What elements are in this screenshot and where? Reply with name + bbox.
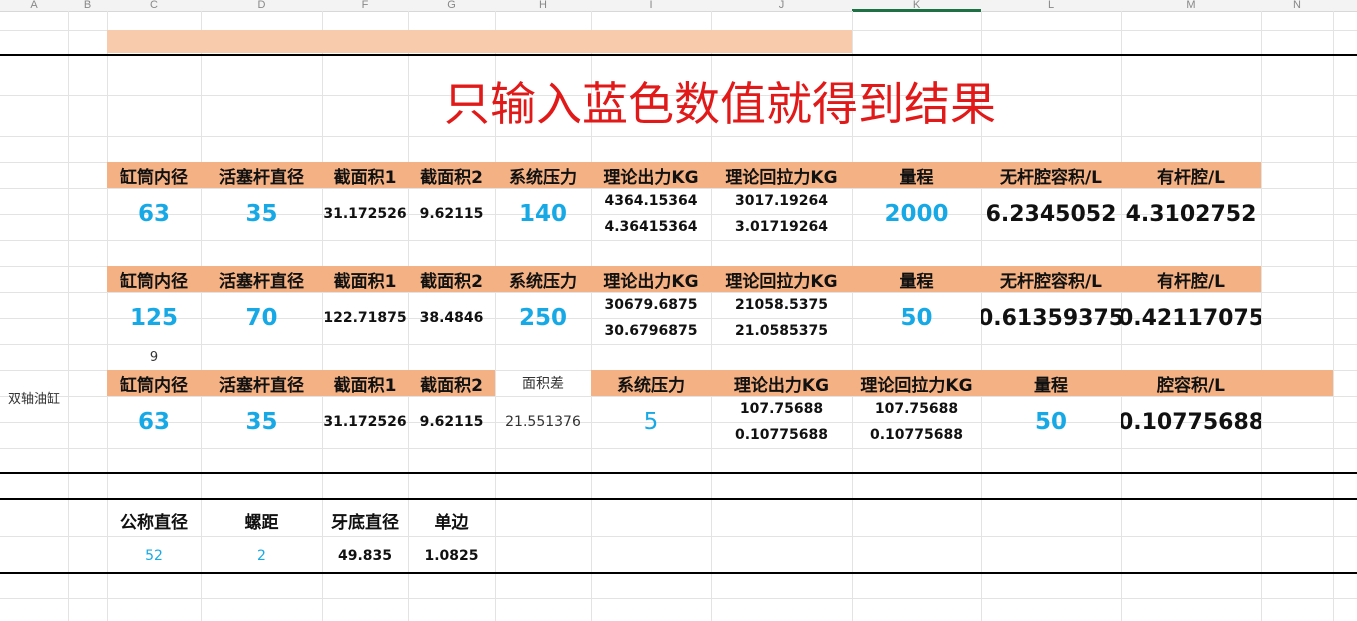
vol-rod-value[interactable]: 4.3102752 [1121, 188, 1261, 240]
header-area1[interactable]: 截面积1 [322, 266, 408, 292]
header-root[interactable]: 牙底直径 [322, 506, 408, 534]
page-title: 只输入蓝色数值就得到结果 [444, 77, 996, 131]
top-band [107, 30, 852, 53]
row-label[interactable]: 双轴油缸 [0, 384, 68, 410]
grid-vline [68, 11, 69, 621]
header-area1[interactable]: 截面积1 [322, 162, 408, 188]
bore-input[interactable]: 63 [107, 188, 201, 240]
rod-input[interactable]: 35 [201, 396, 322, 448]
area2-value[interactable]: 38.4846 [408, 292, 495, 344]
root-value[interactable]: 49.835 [322, 542, 408, 570]
vol-rodless-value[interactable]: 0.61359375 [981, 292, 1121, 344]
header-vol[interactable]: 腔容积/L [1121, 370, 1261, 396]
header-bore[interactable]: 缸筒内径 [107, 370, 201, 396]
header-bore[interactable]: 缸筒内径 [107, 266, 201, 292]
header-force[interactable]: 理论出力KG [591, 266, 711, 292]
force-value[interactable]: 107.75688 [711, 396, 852, 422]
header-bore[interactable]: 缸筒内径 [107, 162, 201, 188]
vol-rod-value[interactable]: 0.42117075 [1121, 292, 1261, 344]
pull-ton-value[interactable]: 0.10775688 [852, 422, 981, 448]
rod-input[interactable]: 35 [201, 188, 322, 240]
header-area2[interactable]: 截面积2 [408, 162, 495, 188]
header-pull[interactable]: 理论回拉力KG [711, 266, 852, 292]
header-area2[interactable]: 截面积2 [408, 370, 495, 396]
single-value[interactable]: 1.0825 [408, 542, 495, 570]
pitch-input[interactable]: 2 [201, 542, 322, 570]
header-pitch[interactable]: 螺距 [201, 506, 322, 534]
header-stroke[interactable]: 量程 [981, 370, 1121, 396]
area-diff-value[interactable]: 21.551376 [495, 396, 591, 448]
area1-value[interactable]: 122.71875 [322, 292, 408, 344]
stroke-input[interactable]: 50 [852, 292, 981, 344]
force-value[interactable]: 30679.6875 [591, 292, 711, 318]
area2-value[interactable]: 9.62115 [408, 188, 495, 240]
pressure-input[interactable]: 250 [495, 292, 591, 344]
grid-hline [0, 598, 1357, 599]
header-vol-rodless[interactable]: 无杆腔容积/L [981, 266, 1121, 292]
force-ton-value[interactable]: 4.36415364 [591, 214, 711, 240]
thick-border [0, 54, 1357, 56]
grid-hline [0, 240, 1357, 241]
pull-value[interactable]: 107.75688 [852, 396, 981, 422]
stroke-input[interactable]: 50 [981, 396, 1121, 448]
area1-value[interactable]: 31.172526 [322, 396, 408, 448]
grid-hline [0, 448, 1357, 449]
grid-hline [0, 136, 1357, 137]
header-vol-rod[interactable]: 有杆腔/L [1121, 162, 1261, 188]
grid-vline [1333, 11, 1334, 621]
thick-border [0, 472, 1357, 474]
pressure-input[interactable]: 140 [495, 188, 591, 240]
header-rod[interactable]: 活塞杆直径 [201, 370, 322, 396]
force-ton-value[interactable]: 0.10775688 [711, 422, 852, 448]
header-vol-rodless[interactable]: 无杆腔容积/L [981, 162, 1121, 188]
header-pressure[interactable]: 系统压力 [495, 266, 591, 292]
stroke-input[interactable]: 2000 [852, 188, 981, 240]
header-force[interactable]: 理论出力KG [591, 162, 711, 188]
thick-border [0, 498, 1357, 500]
force-ton-value[interactable]: 30.6796875 [591, 318, 711, 344]
header-rod[interactable]: 活塞杆直径 [201, 162, 322, 188]
header-vol-rod[interactable]: 有杆腔/L [1121, 266, 1261, 292]
note-cell[interactable]: 9 [107, 344, 201, 370]
force-value[interactable]: 4364.15364 [591, 188, 711, 214]
nominal-input[interactable]: 52 [107, 542, 201, 570]
header-stroke[interactable]: 量程 [852, 162, 981, 188]
header-single[interactable]: 单边 [408, 506, 495, 534]
pull-ton-value[interactable]: 3.01719264 [711, 214, 852, 240]
header-area2[interactable]: 截面积2 [408, 266, 495, 292]
header-pull[interactable]: 理论回拉力KG [852, 370, 981, 396]
vol-rodless-value[interactable]: 6.2345052 [981, 188, 1121, 240]
header-pull[interactable]: 理论回拉力KG [711, 162, 852, 188]
bore-input[interactable]: 125 [107, 292, 201, 344]
thick-border [0, 572, 1357, 574]
header-area1[interactable]: 截面积1 [322, 370, 408, 396]
pull-ton-value[interactable]: 21.0585375 [711, 318, 852, 344]
area2-value[interactable]: 9.62115 [408, 396, 495, 448]
header-stroke[interactable]: 量程 [852, 266, 981, 292]
bore-input[interactable]: 63 [107, 396, 201, 448]
grid-hline [0, 344, 1357, 345]
area1-value[interactable]: 31.172526 [322, 188, 408, 240]
pressure-input[interactable]: 5 [591, 396, 711, 448]
pull-value[interactable]: 21058.5375 [711, 292, 852, 318]
header-rod[interactable]: 活塞杆直径 [201, 266, 322, 292]
header-nominal[interactable]: 公称直径 [107, 506, 201, 534]
header-force[interactable]: 理论出力KG [711, 370, 852, 396]
header-area-diff[interactable]: 面积差 [495, 370, 591, 396]
pull-value[interactable]: 3017.19264 [711, 188, 852, 214]
header-pressure[interactable]: 系统压力 [591, 370, 711, 396]
grid-hline [0, 536, 1357, 537]
rod-input[interactable]: 70 [201, 292, 322, 344]
vol-value[interactable]: 0.10775688 [1121, 396, 1261, 448]
header-pressure[interactable]: 系统压力 [495, 162, 591, 188]
